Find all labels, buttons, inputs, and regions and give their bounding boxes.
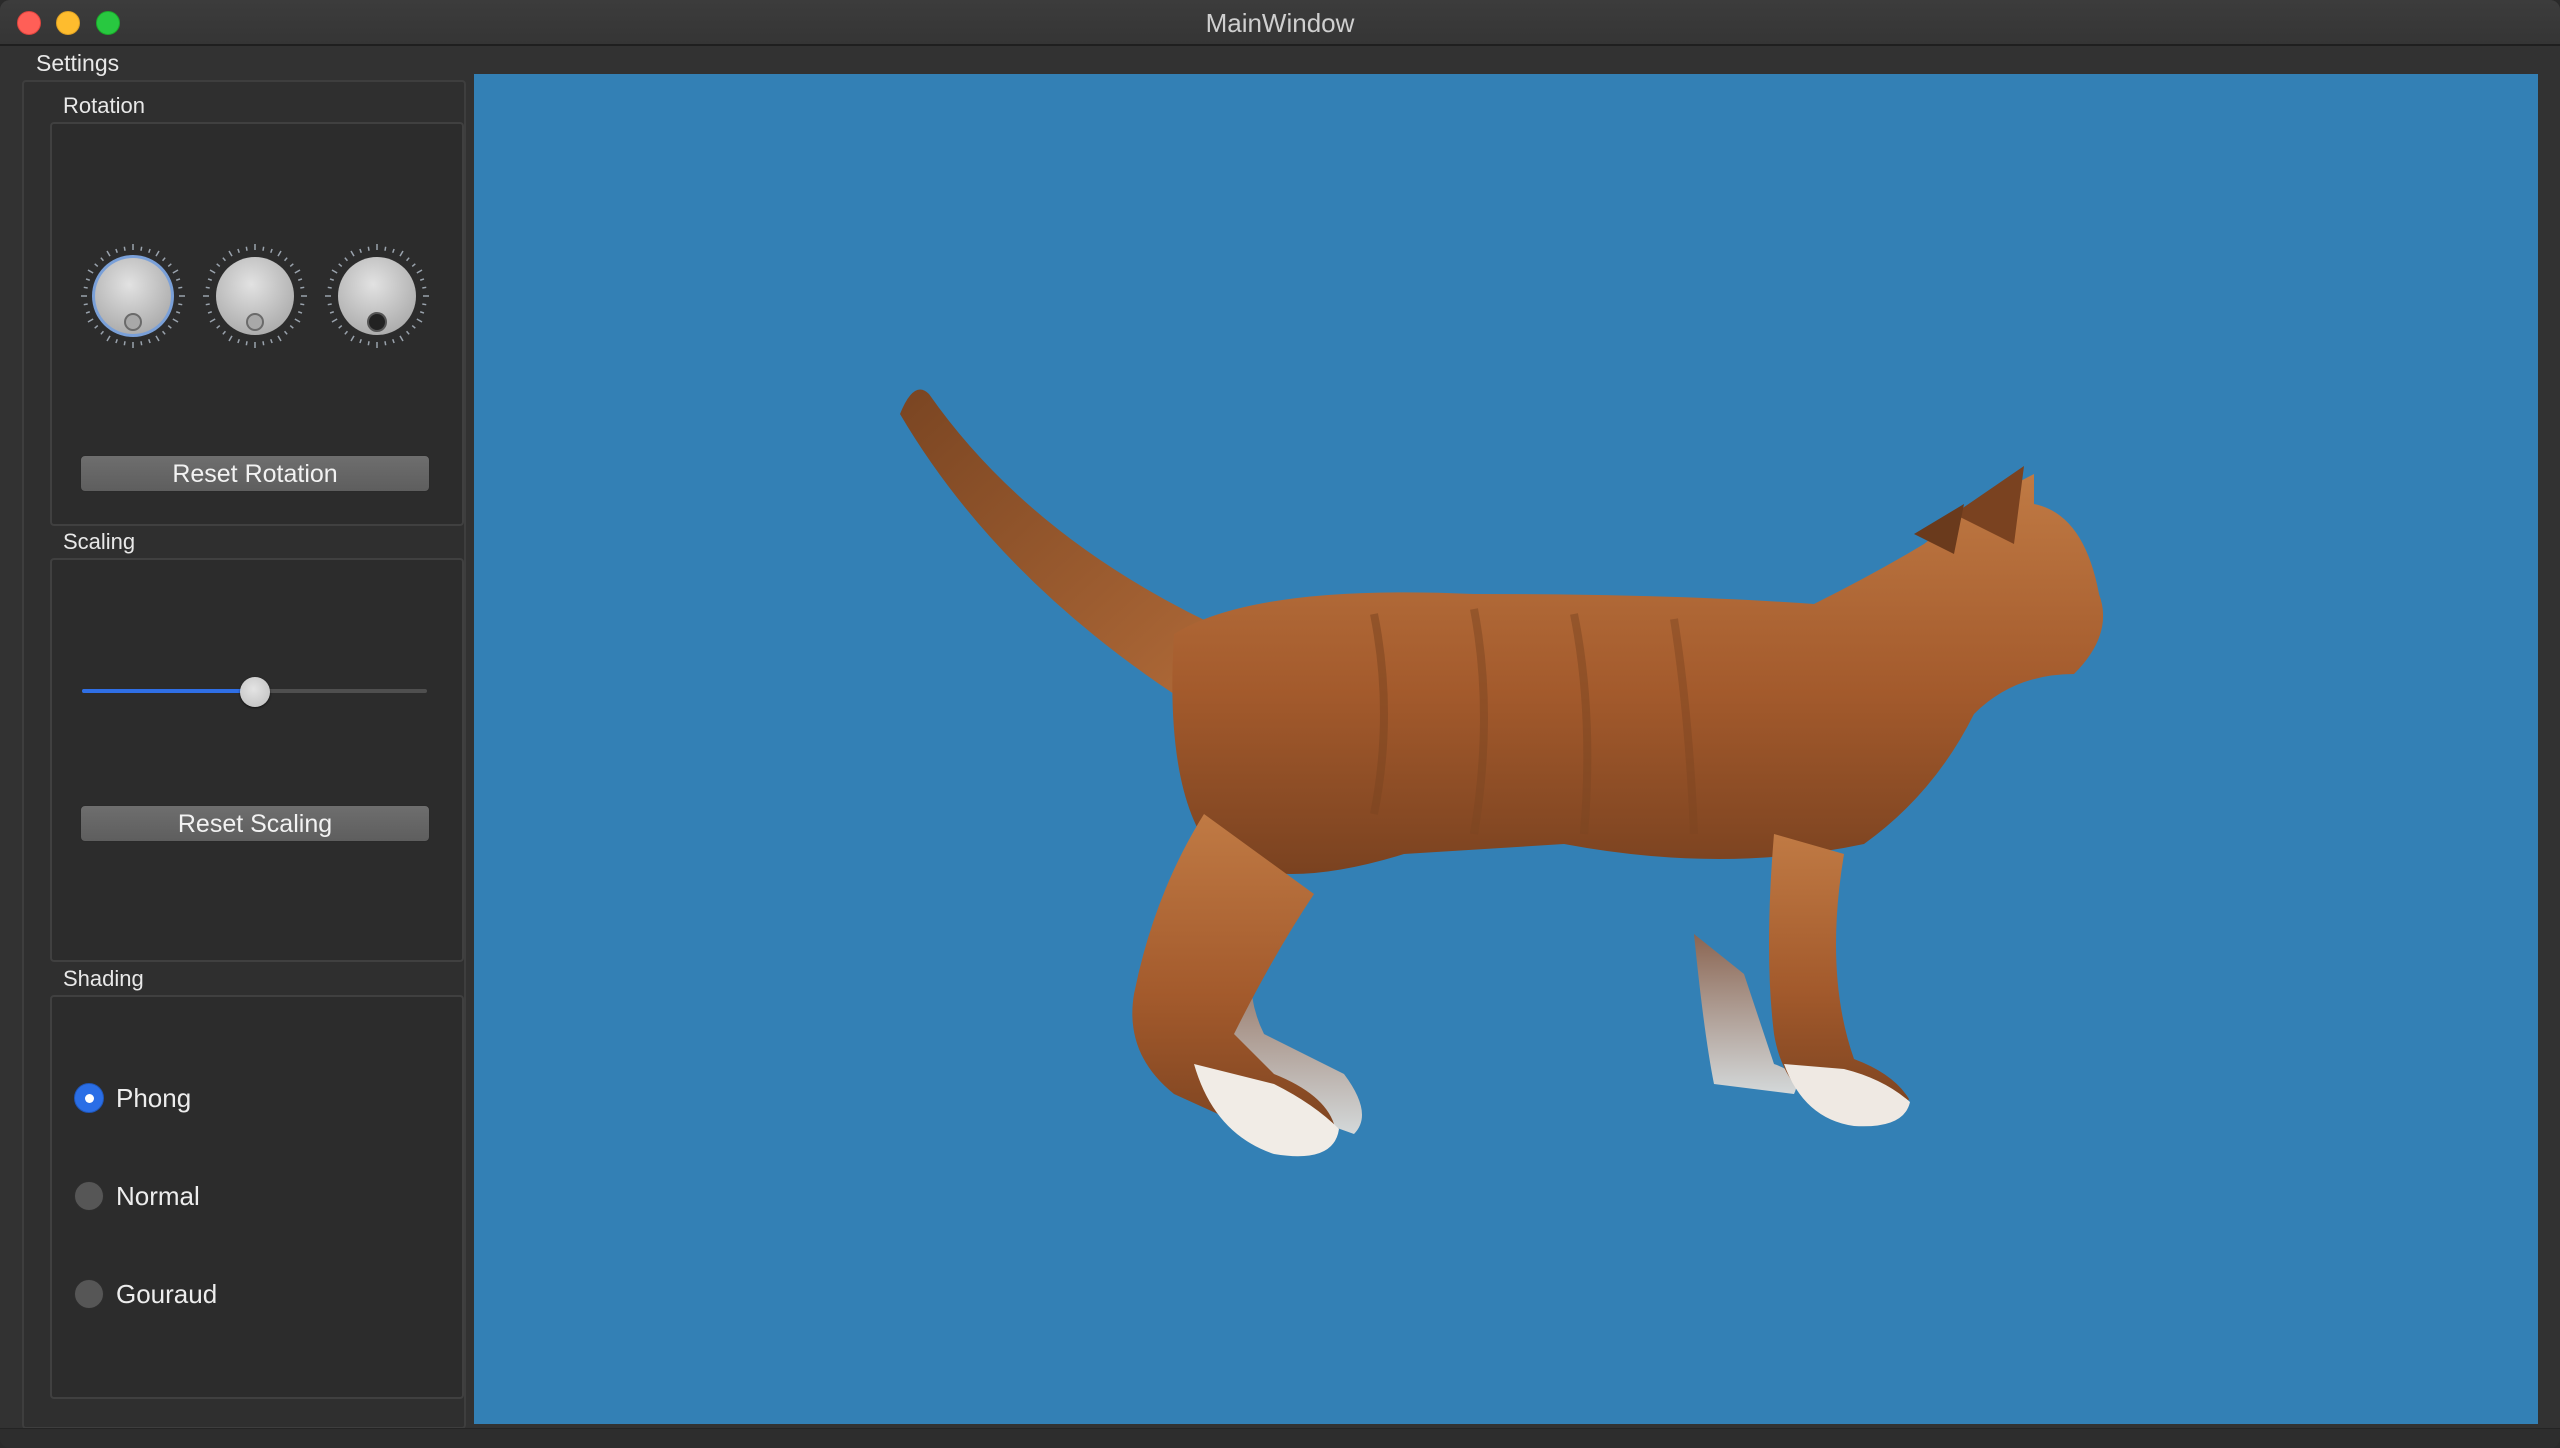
dial-graphic [325,244,429,348]
status-bar [0,1428,2560,1448]
reset-rotation-button[interactable]: Reset Rotation [80,455,430,492]
rotation-dial-y[interactable] [202,243,308,349]
settings-dock-title: Settings [36,50,120,76]
reset-scaling-button[interactable]: Reset Scaling [80,805,430,842]
shading-option-phong[interactable]: Phong [74,1081,191,1115]
dial-graphic [203,244,307,348]
dial-graphic [81,244,185,348]
shading-option-gouraud[interactable]: Gouraud [74,1277,217,1311]
rotation-dial-x[interactable] [80,243,186,349]
cat-model-icon [900,389,2104,1157]
radio-label: Gouraud [116,1278,218,1309]
radio-button-icon[interactable] [74,1181,104,1211]
radio-label: Phong [116,1082,192,1113]
rotation-group-title: Rotation [63,93,145,118]
scaling-group-title: Scaling [63,529,136,554]
window-title: MainWindow [1205,8,1355,38]
slider-fill [82,689,255,693]
shading-option-normal[interactable]: Normal [74,1179,200,1213]
shading-group-title: Shading [63,966,144,991]
main-window: MainWindow Settings Rotation Reset Rotat… [0,0,2560,1448]
scaling-group [50,558,464,962]
scaling-slider[interactable] [82,676,427,707]
slider-handle[interactable] [239,677,270,707]
radio-button-icon[interactable] [74,1083,104,1113]
title-bar[interactable]: MainWindow [0,0,2560,46]
rotation-dial-z[interactable] [324,243,430,349]
gl-viewport[interactable] [474,74,2538,1424]
radio-button-icon[interactable] [74,1279,104,1309]
radio-label: Normal [116,1180,200,1211]
